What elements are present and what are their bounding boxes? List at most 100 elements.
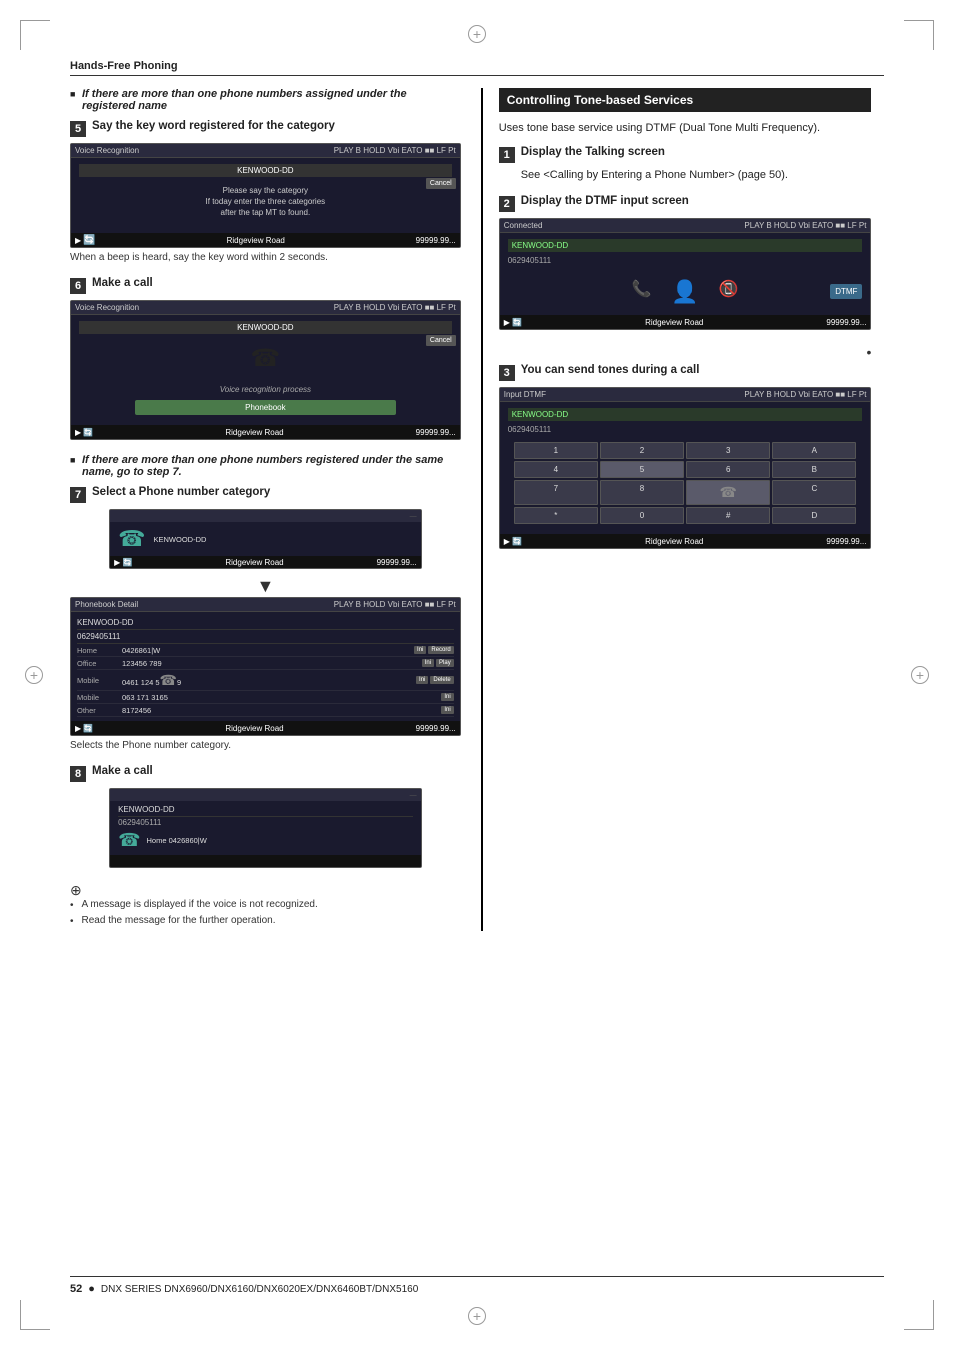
footnote-bullet-1: • A message is displayed if the voice is… <box>70 899 461 911</box>
right-step-2-title: Display the DTMF input screen <box>521 195 689 207</box>
right-step-1-number: 1 <box>499 147 515 163</box>
dtmf-key-6[interactable]: 6 <box>686 461 770 478</box>
step7-pb-road: Ridgeview Road <box>225 724 283 733</box>
dtmf-key-7[interactable]: 7 <box>514 480 598 505</box>
step3-price: 99999.99... <box>826 537 866 546</box>
step-6-title: Make a call <box>92 277 153 289</box>
step6-nav-icon[interactable]: ▶ 🔄 <box>75 428 93 437</box>
step5-screen-message: Please say the category If today enter t… <box>79 185 452 219</box>
step6-screen-name: KENWOOD-DD <box>79 321 452 334</box>
dtmf-keypad: 1 2 3 A 4 5 6 B 7 8 ☎ C * <box>514 442 857 524</box>
step3-number: 0629405111 <box>508 423 863 438</box>
step6-road-label: Ridgeview Road <box>225 428 283 437</box>
right-step-2-screen: Connected PLAY B HOLD Vbi EATO ■■ LF Pt … <box>499 218 872 330</box>
step7-pb-number: 0629405111 <box>77 630 454 644</box>
step6-price: 99999.99... <box>416 428 456 437</box>
step-7-block: 7 Select a Phone number category — ☎ KEN… <box>70 486 461 751</box>
step3-name: KENWOOD-DD <box>508 408 863 421</box>
right-step-3-number: 3 <box>499 365 515 381</box>
footnote-area: ⊕ • A message is displayed if the voice … <box>70 882 461 927</box>
dtmf-key-D[interactable]: D <box>772 507 856 524</box>
note-block-1: If there are more than one phone numbers… <box>70 88 461 112</box>
right-step-2-block: 2 Display the DTMF input screen Connecte… <box>499 195 872 330</box>
step5-nav-icon[interactable]: ▶ 🔄 <box>75 235 96 246</box>
step2-connected-label: Connected <box>504 221 543 230</box>
dtmf-key-2[interactable]: 2 <box>600 442 684 459</box>
step2-road-label: Ridgeview Road <box>645 318 703 327</box>
dtmf-key-hash[interactable]: # <box>686 507 770 524</box>
dtmf-key-9[interactable]: ☎ <box>686 480 770 505</box>
step2-person-icon: 👤 <box>671 279 698 305</box>
step6-phone-icon: ☎ <box>79 338 452 379</box>
step-5-number: 5 <box>70 121 86 137</box>
step2-dtmf-btn[interactable]: DTMF <box>830 284 862 299</box>
step2-green-phone-icon[interactable]: 📞 <box>631 279 651 305</box>
right-bullet: • <box>499 344 872 360</box>
page-number: 52 <box>70 1283 82 1295</box>
footer-bullet: ● <box>88 1283 95 1295</box>
right-step-3-block: 3 You can send tones during a call Input… <box>499 364 872 549</box>
step6-screen-icons: PLAY B HOLD Vbi EATO ■■ LF Pt <box>334 303 456 312</box>
step7-pb-nav[interactable]: ▶ 🔄 <box>75 724 93 733</box>
step2-number: 0629405111 <box>508 254 863 267</box>
dtmf-key-star[interactable]: * <box>514 507 598 524</box>
dtmf-key-4[interactable]: 4 <box>514 461 598 478</box>
step8-name: KENWOOD-DD <box>118 805 413 817</box>
step7-pb-price: 99999.99... <box>416 724 456 733</box>
step3-road-label: Ridgeview Road <box>645 537 703 546</box>
dtmf-key-5[interactable]: 5 <box>600 461 684 478</box>
step2-screen-icons: PLAY B HOLD Vbi EATO ■■ LF Pt <box>744 221 866 230</box>
step6-processing: Voice recognition process <box>79 385 452 394</box>
step2-nav-icon[interactable]: ▶ 🔄 <box>504 318 522 327</box>
pb-entry-office[interactable]: Office 123456 789 Ini Play <box>77 657 454 670</box>
pb-entry-mobile1[interactable]: Mobile 0461 124 5☎9 Ini Delete <box>77 670 454 691</box>
step-8-block: 8 Make a call — KENWOOD-DD 0629405111 ☎ … <box>70 765 461 868</box>
right-step-3-title: You can send tones during a call <box>521 364 700 376</box>
footnote-symbol: ⊕ <box>70 882 82 898</box>
step5-screen-name: KENWOOD-DD <box>79 164 452 177</box>
right-step-1-desc: See <Calling by Entering a Phone Number>… <box>521 169 872 181</box>
footnote-bullet-2: • Read the message for the further opera… <box>70 915 461 927</box>
step-7-caption: Selects the Phone number category. <box>70 740 461 751</box>
step6-phonebook-btn[interactable]: Phonebook <box>135 400 396 415</box>
step5-screen-title: Voice Recognition <box>75 146 139 155</box>
step8-screen: — KENWOOD-DD 0629405111 ☎ Home 0426860|W <box>109 788 422 868</box>
step2-red-phone-icon[interactable]: 📵 <box>719 279 739 305</box>
step-5-title: Say the key word registered for the cate… <box>92 120 335 132</box>
step8-home-entry: Home 0426860|W <box>147 836 207 845</box>
step5-cancel-btn[interactable]: Cancel <box>426 178 456 189</box>
step-8-number: 8 <box>70 766 86 782</box>
dtmf-key-8[interactable]: 8 <box>600 480 684 505</box>
pb-entry-home[interactable]: Home 0426861|W Ini Record <box>77 644 454 657</box>
step-6-block: 6 Make a call Voice Recognition PLAY B H… <box>70 277 461 440</box>
dtmf-key-1[interactable]: 1 <box>514 442 598 459</box>
pb-entry-mobile2[interactable]: Mobile 063 171 3165 Ini <box>77 691 454 704</box>
step8-phone-icon: ☎ <box>118 830 140 851</box>
step5-price: 99999.99... <box>416 236 456 245</box>
dtmf-key-C[interactable]: C <box>772 480 856 505</box>
dtmf-key-0[interactable]: 0 <box>600 507 684 524</box>
right-step-1-block: 1 Display the Talking screen See <Callin… <box>499 146 872 181</box>
dtmf-key-B[interactable]: B <box>772 461 856 478</box>
arrow-down-icon: ▼ <box>70 577 461 595</box>
step7-pb-icons: PLAY B HOLD Vbi EATO ■■ LF Pt <box>334 600 456 609</box>
page-footer: 52 ● DNX SERIES DNX6960/DNX6160/DNX6020E… <box>70 1276 884 1295</box>
pb-entry-other[interactable]: Other 8172456 Ini <box>77 704 454 717</box>
dtmf-key-A[interactable]: A <box>772 442 856 459</box>
step-5-screen: Voice Recognition PLAY B HOLD Vbi EATO ■… <box>70 143 461 248</box>
step3-dtmf-title: Input DTMF <box>504 390 546 399</box>
step-5-caption: When a beep is heard, say the key word w… <box>70 252 461 263</box>
step6-cancel-btn[interactable]: Cancel <box>426 335 456 346</box>
step-7-title: Select a Phone number category <box>92 486 270 498</box>
right-step-2-number: 2 <box>499 196 515 212</box>
step7-pb-title: Phonebook Detail <box>75 600 138 609</box>
step5-road-label: Ridgeview Road <box>227 236 285 245</box>
dtmf-key-3[interactable]: 3 <box>686 442 770 459</box>
step3-nav-icon[interactable]: ▶ 🔄 <box>504 537 522 546</box>
right-step-3-screen: Input DTMF PLAY B HOLD Vbi EATO ■■ LF Pt… <box>499 387 872 549</box>
step-7-number: 7 <box>70 487 86 503</box>
step-6-number: 6 <box>70 278 86 294</box>
step-6-screen: Voice Recognition PLAY B HOLD Vbi EATO ■… <box>70 300 461 440</box>
step2-price: 99999.99... <box>826 318 866 327</box>
footer-model-text: DNX SERIES DNX6960/DNX6160/DNX6020EX/DNX… <box>101 1284 418 1295</box>
